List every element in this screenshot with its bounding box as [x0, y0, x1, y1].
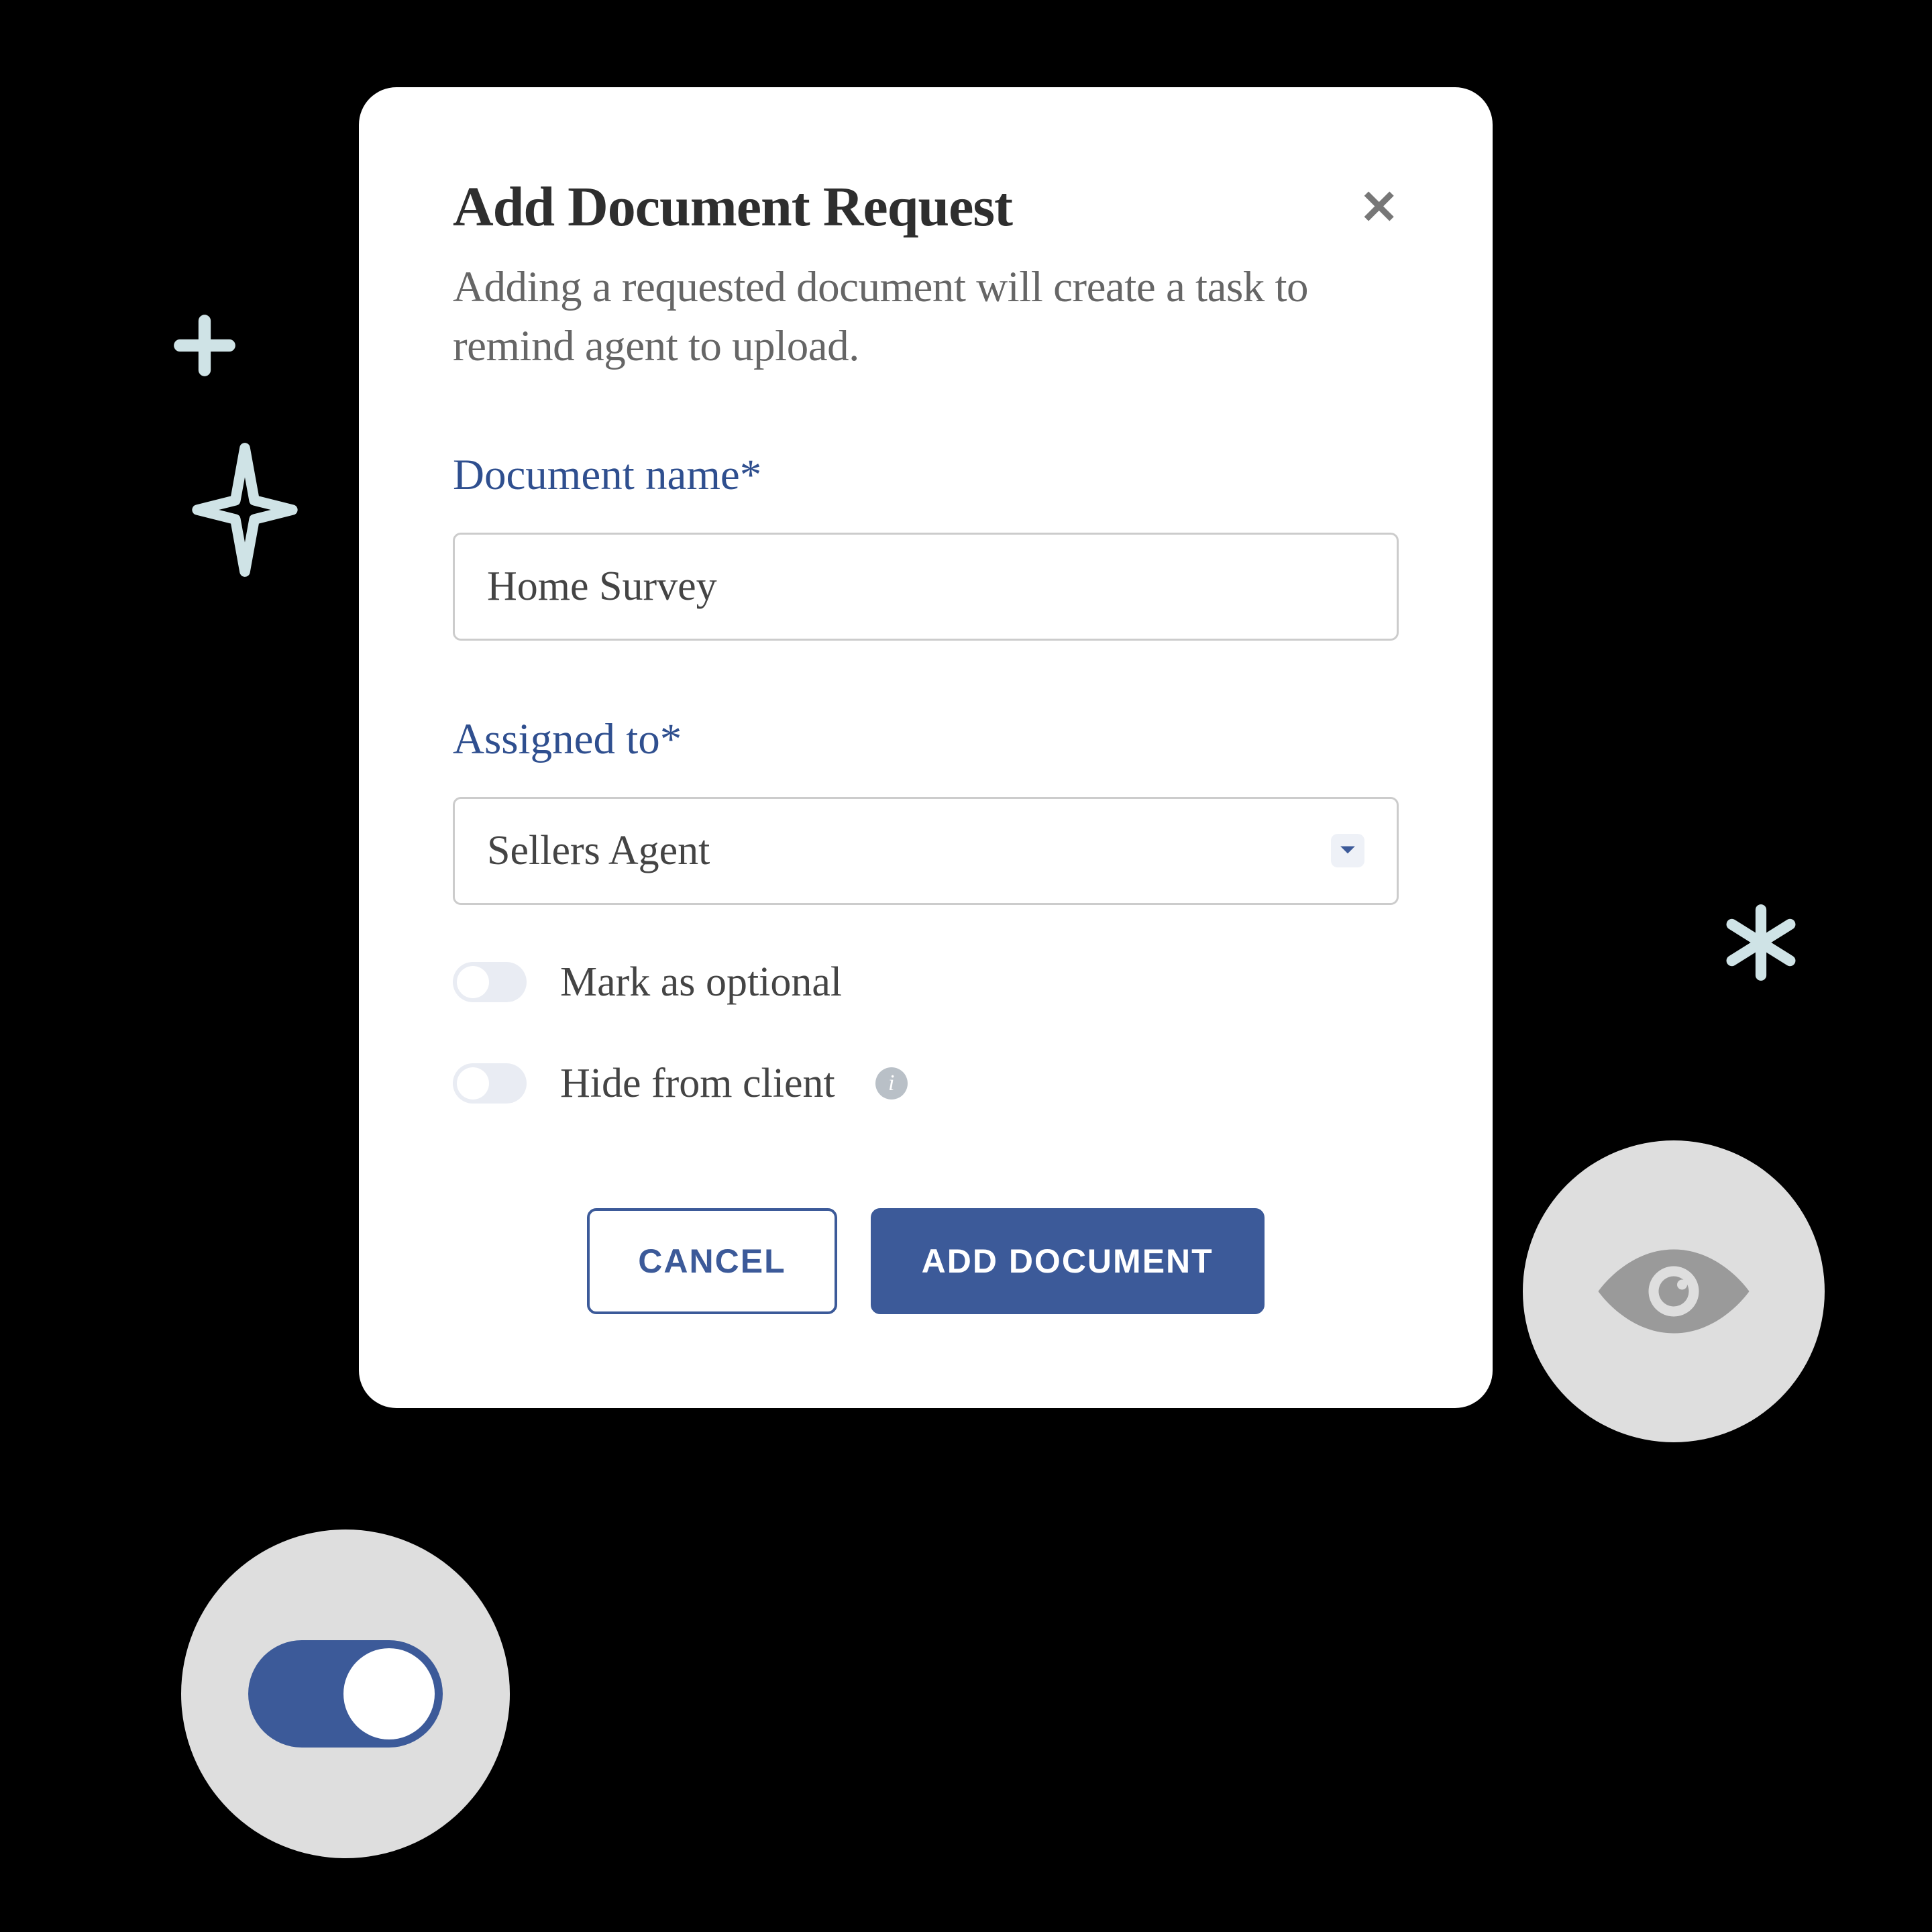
asterisk-icon [1717, 899, 1805, 989]
toggle-on-icon [248, 1640, 443, 1748]
document-name-input[interactable] [453, 533, 1399, 641]
decorative-toggle-badge [181, 1529, 510, 1858]
assigned-to-select[interactable]: Sellers Agent [453, 797, 1399, 905]
sparkle-icon [188, 436, 302, 587]
add-document-button[interactable]: ADD DOCUMENT [871, 1208, 1265, 1314]
decorative-eye-badge [1523, 1140, 1825, 1442]
plus-icon [168, 309, 241, 386]
chevron-down-icon [1331, 834, 1364, 867]
mark-optional-label: Mark as optional [560, 959, 842, 1006]
eye-icon [1590, 1238, 1758, 1345]
mark-optional-toggle[interactable] [453, 962, 527, 1002]
add-document-modal: Add Document Request ✕ Adding a requeste… [359, 87, 1493, 1408]
info-icon[interactable]: i [875, 1067, 908, 1099]
assigned-to-value: Sellers Agent [487, 827, 710, 875]
cancel-button[interactable]: CANCEL [587, 1208, 837, 1314]
modal-title: Add Document Request [453, 174, 1012, 239]
document-name-label: Document name* [453, 450, 1399, 500]
modal-description: Adding a requested document will create … [453, 258, 1399, 376]
hide-from-client-label: Hide from client [560, 1060, 835, 1108]
hide-from-client-toggle[interactable] [453, 1063, 527, 1104]
close-icon[interactable]: ✕ [1359, 180, 1399, 235]
assigned-to-label: Assigned to* [453, 714, 1399, 765]
